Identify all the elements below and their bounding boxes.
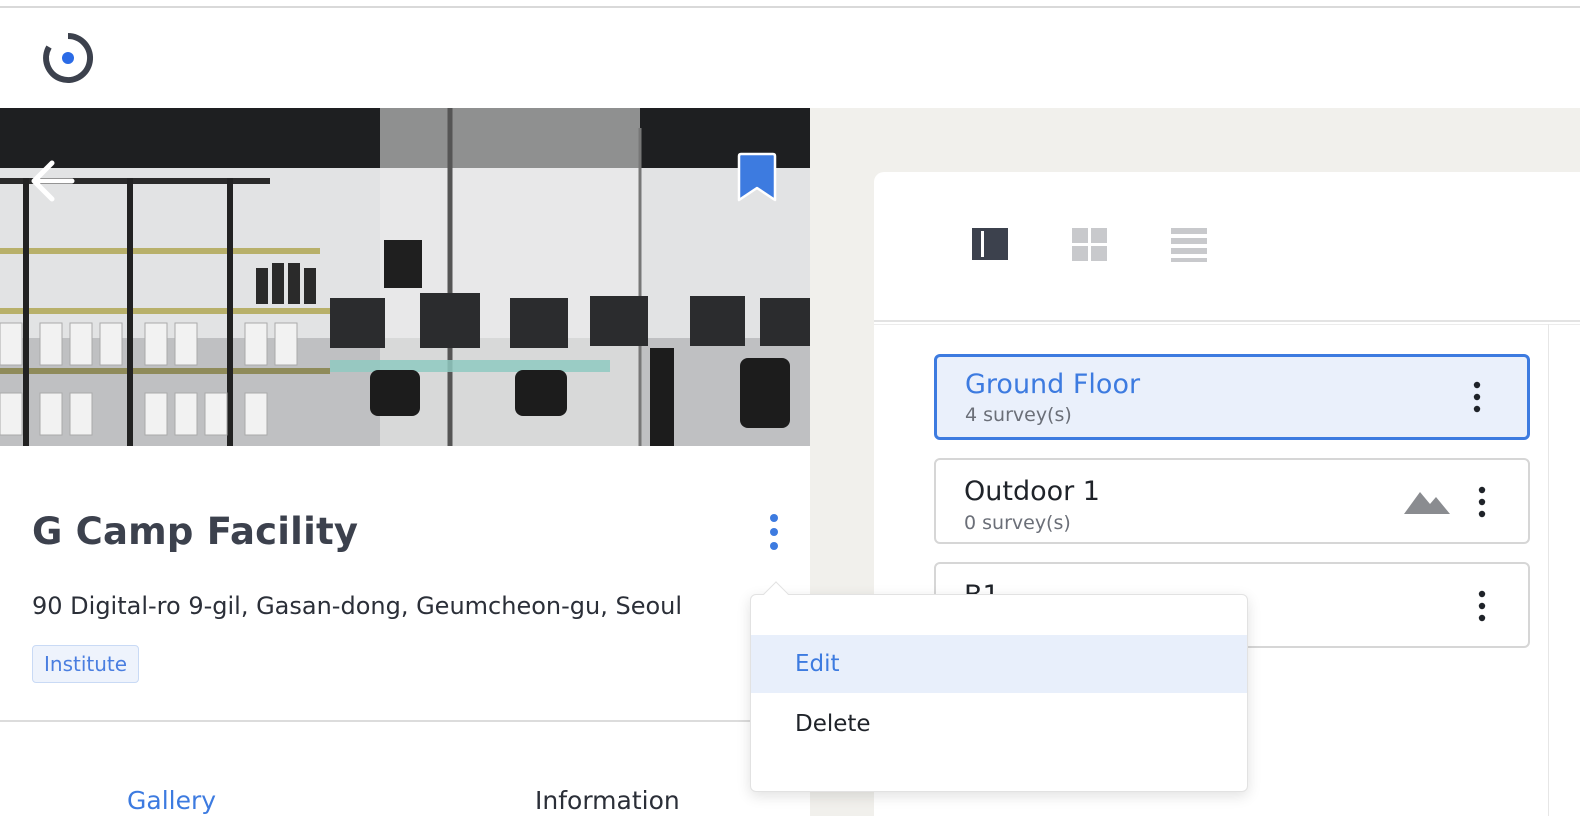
tab-information[interactable]: Information [535, 786, 680, 815]
facility-address: 90 Digital-ro 9-gil, Gasan-dong, Geumche… [32, 592, 683, 620]
grid-view-icon[interactable] [1070, 224, 1110, 264]
list-view-icon[interactable] [1169, 224, 1209, 264]
facility-photo [0, 108, 810, 446]
menu-item-delete[interactable]: Delete [751, 695, 1247, 753]
split-view-icon[interactable] [970, 224, 1010, 264]
more-options-icon[interactable] [1467, 379, 1487, 415]
view-mode-toolbar [874, 172, 1580, 322]
facility-panel: G Camp Facility 90 Digital-ro 9-gil, Gas… [0, 108, 810, 816]
more-options-icon[interactable] [1472, 588, 1492, 624]
app-header [0, 8, 1580, 108]
mountain-icon [1404, 492, 1450, 514]
app-logo-icon[interactable] [40, 30, 96, 86]
floor-survey-count: 0 survey(s) [964, 512, 1071, 534]
facility-title: G Camp Facility [32, 510, 359, 553]
back-arrow-icon[interactable] [26, 158, 80, 204]
floor-survey-count: 4 survey(s) [965, 404, 1072, 426]
tab-gallery[interactable]: Gallery [127, 786, 216, 815]
divider [0, 720, 810, 722]
floor-item-ground-floor[interactable]: Ground Floor 4 survey(s) [934, 354, 1530, 440]
facility-more-options-icon[interactable] [760, 512, 788, 552]
menu-item-edit[interactable]: Edit [751, 635, 1247, 693]
top-border [0, 0, 1580, 8]
list-scrollbar-track [1548, 324, 1549, 816]
more-options-icon[interactable] [1472, 484, 1492, 520]
facility-type-tag: Institute [32, 645, 140, 683]
facility-context-menu: Edit Delete [750, 581, 1248, 792]
bookmark-icon[interactable] [736, 152, 778, 204]
floor-name: Outdoor 1 [964, 476, 1100, 507]
floor-item-outdoor-1[interactable]: Outdoor 1 0 survey(s) [934, 458, 1530, 544]
floor-name: Ground Floor [965, 369, 1141, 400]
